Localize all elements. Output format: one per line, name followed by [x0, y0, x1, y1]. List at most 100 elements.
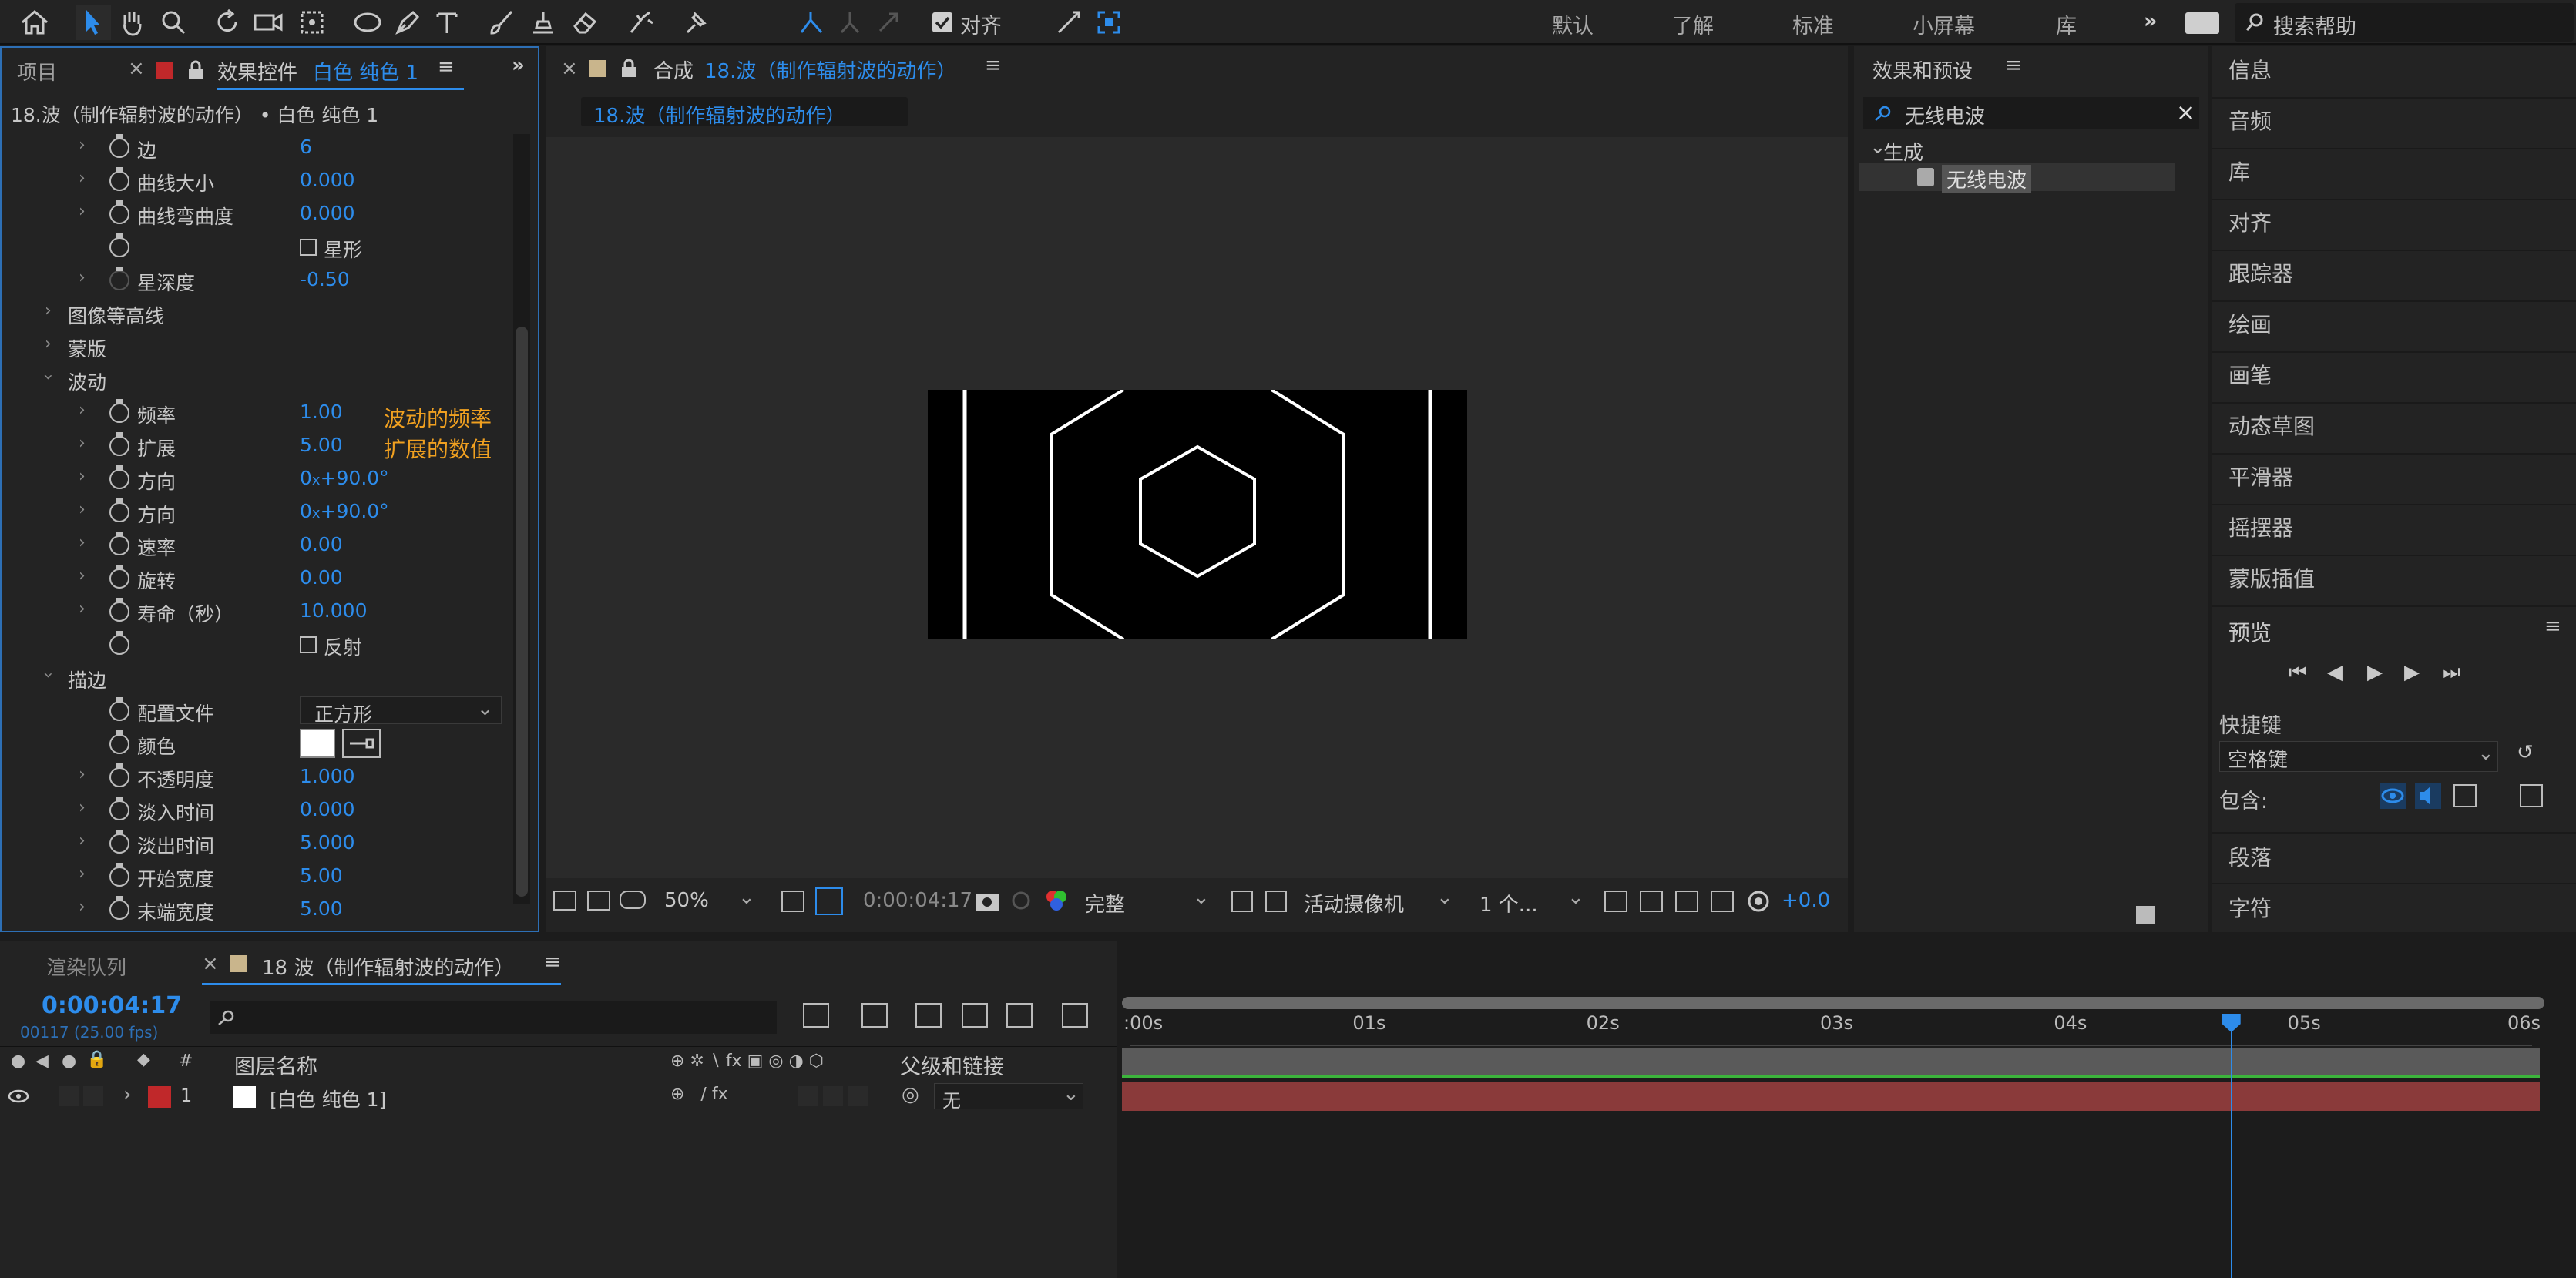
collapse-arrow-icon[interactable]: ›: [39, 672, 58, 679]
time-ruler[interactable]: :00s 01s 02s 03s 04s 05s 06s: [1117, 1012, 2551, 1046]
clear-search-icon[interactable]: ×: [2176, 99, 2195, 126]
home-icon[interactable]: [17, 5, 52, 40]
zoom-tool-icon[interactable]: [156, 5, 191, 40]
param-value[interactable]: 0.000: [300, 798, 355, 820]
include-video-icon[interactable]: [2380, 783, 2406, 809]
expand-arrow-icon[interactable]: ›: [79, 202, 86, 221]
last-frame-icon[interactable]: ⏭: [2443, 661, 2460, 685]
effect-row-spin[interactable]: › 旋转 0.00: [2, 562, 538, 595]
viewer[interactable]: [546, 137, 1848, 878]
effect-row-start-width[interactable]: › 开始宽度 5.00: [2, 860, 538, 893]
include-overlay-icon[interactable]: [2453, 784, 2477, 807]
expand-arrow-icon[interactable]: ›: [79, 599, 86, 619]
solo-toggle[interactable]: [59, 1086, 79, 1106]
param-value[interactable]: 0.000: [300, 202, 355, 224]
effect-row-end-width[interactable]: › 末端宽度 5.00: [2, 893, 538, 926]
selection-tool-icon[interactable]: [76, 5, 111, 40]
column-layer-name[interactable]: 图层名称: [234, 1050, 317, 1080]
hand-tool-icon[interactable]: [114, 5, 149, 40]
expand-panels-icon[interactable]: »: [512, 54, 525, 77]
stopwatch-icon[interactable]: [109, 631, 129, 655]
expand-arrow-icon[interactable]: ›: [79, 533, 86, 552]
motion-blur-icon[interactable]: [1006, 1003, 1033, 1028]
layer-label-color[interactable]: [148, 1086, 171, 1108]
tab-render-queue[interactable]: 渲染队列: [46, 952, 126, 981]
rotation-count[interactable]: 0: [300, 500, 312, 522]
workspace-standard[interactable]: 标准: [1792, 9, 1834, 39]
section-stroke[interactable]: › 描边: [2, 661, 538, 694]
panel-audio[interactable]: 音频: [2228, 105, 2272, 136]
toggle-pixel-aspect-icon[interactable]: [1604, 891, 1627, 912]
lock-icon[interactable]: [186, 60, 205, 80]
layer-duration-bar[interactable]: [1122, 1082, 2540, 1111]
column-parent-link[interactable]: 父级和链接: [900, 1050, 1004, 1080]
shy-layers-icon[interactable]: [915, 1003, 942, 1028]
panel-tracker[interactable]: 跟踪器: [2228, 257, 2293, 288]
flowchart-icon[interactable]: [1711, 891, 1734, 912]
panel-motion-sketch[interactable]: 动态草图: [2228, 410, 2315, 441]
effect-row-direction-1[interactable]: › 方向 0x+90.0°: [2, 462, 538, 495]
snap-option-icon[interactable]: [832, 5, 868, 40]
always-preview-icon[interactable]: [553, 891, 576, 911]
ellipse-tool-icon[interactable]: [350, 5, 385, 40]
param-value[interactable]: 10.000: [300, 599, 367, 622]
camera-tool-icon[interactable]: [251, 5, 287, 40]
category-generate[interactable]: 生成: [1883, 137, 1923, 166]
tab-project[interactable]: 项目: [17, 57, 57, 86]
viewer-timecode[interactable]: 0:00:04:17: [863, 889, 972, 912]
expand-arrow-icon[interactable]: ›: [45, 301, 52, 320]
panel-menu-icon[interactable]: ≡: [438, 55, 455, 79]
workspace-default[interactable]: 默认: [1552, 9, 1594, 39]
comp-tab-prefix[interactable]: 合成: [653, 55, 694, 84]
section-mask[interactable]: › 蒙版: [2, 330, 538, 363]
expand-arrow-icon[interactable]: ›: [79, 864, 86, 884]
effect-row-profile[interactable]: 配置文件 正方形 ⌄: [2, 694, 538, 727]
new-folder-icon[interactable]: [2136, 906, 2155, 924]
param-value[interactable]: 0x+90.0°: [300, 500, 389, 522]
param-value[interactable]: 0.00: [300, 533, 343, 555]
timeline-timecode[interactable]: 0:00:04:17: [42, 992, 182, 1019]
resolution-select[interactable]: 完整 ⌄: [1082, 886, 1213, 917]
effect-item-radio-waves[interactable]: 无线电波: [1859, 163, 2175, 193]
param-value[interactable]: 0.000: [300, 169, 355, 191]
comp-canvas[interactable]: [928, 390, 1467, 639]
comp-mini-flowchart-icon[interactable]: [803, 1003, 829, 1028]
param-value[interactable]: 0.00: [300, 566, 343, 589]
expand-arrow-icon[interactable]: ›: [79, 566, 86, 585]
search-help-input[interactable]: 搜索帮助: [2235, 3, 2574, 42]
expand-arrow-icon[interactable]: ›: [79, 897, 86, 917]
expand-arrow-icon[interactable]: ›: [79, 136, 86, 155]
layer-switches[interactable]: ⊕ ∕ fx: [670, 1085, 728, 1104]
stopwatch-icon[interactable]: [109, 797, 129, 820]
stopwatch-icon[interactable]: [109, 565, 129, 589]
expand-arrow-icon[interactable]: ›: [79, 467, 86, 486]
panel-menu-icon[interactable]: ≡: [2005, 54, 2022, 77]
expand-arrow-icon[interactable]: ›: [79, 500, 86, 519]
cache-icon[interactable]: [2520, 784, 2543, 807]
more-workspaces-icon[interactable]: »: [2144, 9, 2157, 33]
effect-row-star[interactable]: 星形: [2, 230, 538, 263]
comp-sub-tab[interactable]: 18.波（制作辐射波的动作）: [581, 97, 908, 128]
rotation-degrees[interactable]: +90.0°: [321, 500, 389, 522]
roto-brush-tool-icon[interactable]: [624, 5, 660, 40]
expand-arrow-icon[interactable]: ›: [79, 765, 86, 784]
first-frame-icon[interactable]: ⏮: [2289, 661, 2306, 685]
type-tool-icon[interactable]: [430, 5, 465, 40]
adjustment-toggle[interactable]: [823, 1086, 843, 1106]
param-value[interactable]: 6: [300, 136, 312, 158]
visibility-eye-icon[interactable]: [8, 1088, 29, 1105]
exposure-value[interactable]: +0.0: [1782, 889, 1830, 912]
panel-paint[interactable]: 绘画: [2228, 308, 2272, 339]
camera-select[interactable]: 活动摄像机 ⌄: [1301, 886, 1455, 917]
stopwatch-icon[interactable]: [109, 399, 129, 423]
stopwatch-icon[interactable]: [109, 233, 129, 257]
effect-row-fade-out[interactable]: › 淡出时间 5.000: [2, 827, 538, 860]
playhead[interactable]: [2222, 1014, 2241, 1278]
expand-arrow-icon[interactable]: ›: [45, 334, 52, 354]
timeline-graph-area[interactable]: :00s 01s 02s 03s 04s 05s 06s: [1117, 941, 2576, 1278]
lock-icon[interactable]: [620, 59, 638, 79]
effects-presets-title[interactable]: 效果和预设: [1872, 55, 1973, 84]
snap-edge-icon[interactable]: [871, 5, 906, 40]
prev-frame-icon[interactable]: ◀: [2327, 661, 2343, 684]
effect-row-curve-size[interactable]: › 曲线大小 0.000: [2, 164, 538, 197]
